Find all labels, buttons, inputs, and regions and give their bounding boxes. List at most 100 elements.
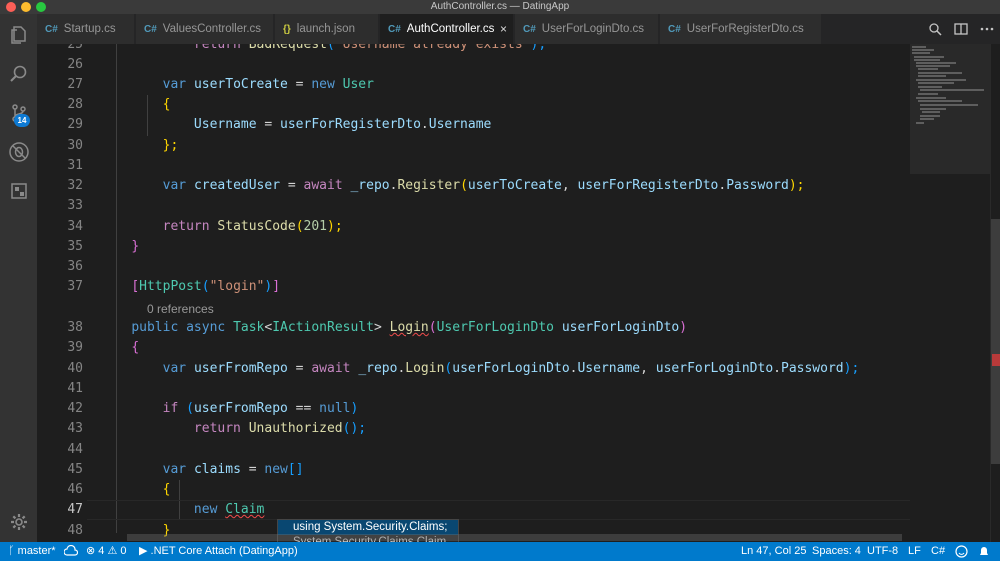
split-editor-icon[interactable] [954, 22, 968, 36]
code-token: ] [272, 279, 281, 294]
cursor-position[interactable]: Ln 47, Col 25 [741, 542, 806, 561]
code-token: = [240, 462, 265, 477]
extensions-icon[interactable] [0, 176, 37, 206]
status-bar: ᚴ master* ⊗ 4 ⚠ 0 ▶ .NET Core Attach (Da… [0, 542, 1000, 561]
code-line[interactable]: } [100, 237, 139, 257]
code-token: var [162, 361, 187, 376]
tab-authcontroller-cs[interactable]: C# AuthController.cs × [380, 14, 514, 44]
editor-actions [928, 14, 994, 44]
line-number: 31 [67, 158, 83, 173]
tab-label: UserForRegisterDto.cs [686, 23, 804, 35]
encoding[interactable]: UTF-8 [867, 542, 898, 561]
activity-bar: 14 [0, 14, 37, 542]
warning-count: 0 [120, 545, 127, 557]
code-line[interactable]: var userFromRepo = await _repo.Login(use… [100, 359, 860, 379]
code-token: return [193, 44, 241, 52]
code-line[interactable]: return Unauthorized(); [100, 419, 366, 439]
code-line[interactable]: if (userFromRepo == null) [100, 399, 359, 419]
code-token: Password [726, 178, 789, 193]
code-editor[interactable]: 25 26 27 28 29 30 31 32 33 34 35 36 37 38 39 40 41 42 43 44… [37, 44, 910, 542]
code-line[interactable]: Username = userForRegisterDto.Username [100, 115, 491, 135]
horizontal-scrollbar[interactable] [127, 534, 902, 541]
explorer-icon[interactable] [0, 20, 37, 50]
code-line[interactable]: new Claim [100, 500, 264, 520]
branch-indicator[interactable]: ᚴ master* [8, 542, 56, 561]
code-token: new [311, 77, 335, 92]
code-token: ); [788, 178, 805, 193]
code-token: 201 [303, 219, 328, 234]
code-token: new [193, 502, 218, 517]
code-token: "Username already exists" [334, 44, 531, 52]
code-token: return [193, 421, 241, 436]
code-token: ); [327, 219, 343, 234]
code-token: { [162, 482, 171, 497]
code-line[interactable]: var claims = new[] [100, 460, 304, 480]
line-number: 48 [67, 523, 83, 538]
line-number: 39 [67, 340, 83, 355]
codelens-references[interactable]: 0 references [147, 301, 214, 317]
code-line[interactable]: return StatusCode(201); [100, 217, 343, 237]
line-number: 37 [67, 279, 83, 294]
tab-startup-cs[interactable]: C# Startup.cs [37, 14, 135, 44]
code-token: { [131, 340, 140, 355]
code-line[interactable]: [HttpPost("login")] [100, 277, 280, 297]
smiley-icon[interactable] [955, 542, 968, 561]
code-token: _repo [350, 178, 390, 193]
code-line[interactable]: { [100, 338, 139, 358]
code-line[interactable]: { [100, 95, 171, 115]
warning-icon: ⚠ [107, 545, 121, 557]
debug-icon[interactable] [0, 137, 37, 167]
line-number: 40 [67, 361, 83, 376]
search-icon[interactable] [0, 59, 37, 89]
code-token: _repo [358, 361, 398, 376]
bell-icon[interactable] [978, 542, 990, 561]
tab-launch-json[interactable]: {} launch.json [275, 14, 379, 44]
code-token: userForRegisterDto [280, 117, 421, 132]
scrollbar-thumb[interactable] [991, 219, 1000, 464]
tab-valuescontroller-cs[interactable]: C# ValuesController.cs [136, 14, 274, 44]
minimap[interactable] [910, 44, 990, 542]
language-mode[interactable]: C# [931, 542, 945, 561]
code-line[interactable]: var userToCreate = new User [100, 75, 374, 95]
code-line[interactable]: var createdUser = await _repo.Register(u… [100, 176, 805, 196]
code-token: = [287, 77, 312, 92]
cloud-sync-icon[interactable] [63, 542, 79, 561]
more-actions-icon[interactable] [980, 22, 994, 36]
tab-userforlogindto-cs[interactable]: C# UserForLoginDto.cs [515, 14, 659, 44]
code-line[interactable]: public async Task<IActionResult> Login(U… [100, 318, 687, 338]
quick-fix-item-using[interactable]: using System.Security.Claims; [278, 520, 458, 535]
end-of-line[interactable]: LF [908, 542, 921, 561]
code-token: userFromRepo [193, 361, 288, 376]
line-number: 44 [67, 442, 83, 457]
code-line[interactable]: { [100, 480, 171, 500]
tab-userforregisterdto-cs[interactable]: C# UserForRegisterDto.cs [660, 14, 822, 44]
close-tab-icon[interactable]: × [500, 22, 507, 36]
code-token: var [162, 178, 187, 193]
code-token: var [162, 77, 187, 92]
code-line[interactable]: return BadRequest("Username already exis… [100, 44, 546, 55]
debug-config[interactable]: ▶ .NET Core Attach (DatingApp) [139, 542, 298, 561]
code-line[interactable]: }; [100, 136, 179, 156]
vertical-scrollbar[interactable] [990, 44, 1000, 542]
code-token: Password [781, 361, 844, 376]
line-number: 45 [67, 462, 83, 477]
code-token: async [186, 320, 226, 335]
gear-icon[interactable] [0, 507, 37, 537]
open-changes-icon[interactable] [928, 22, 942, 36]
problems-indicator[interactable]: ⊗ 4 ⚠ 0 [86, 542, 127, 561]
code-token: User [342, 77, 374, 92]
indentation[interactable]: Spaces: 4 [812, 542, 861, 561]
